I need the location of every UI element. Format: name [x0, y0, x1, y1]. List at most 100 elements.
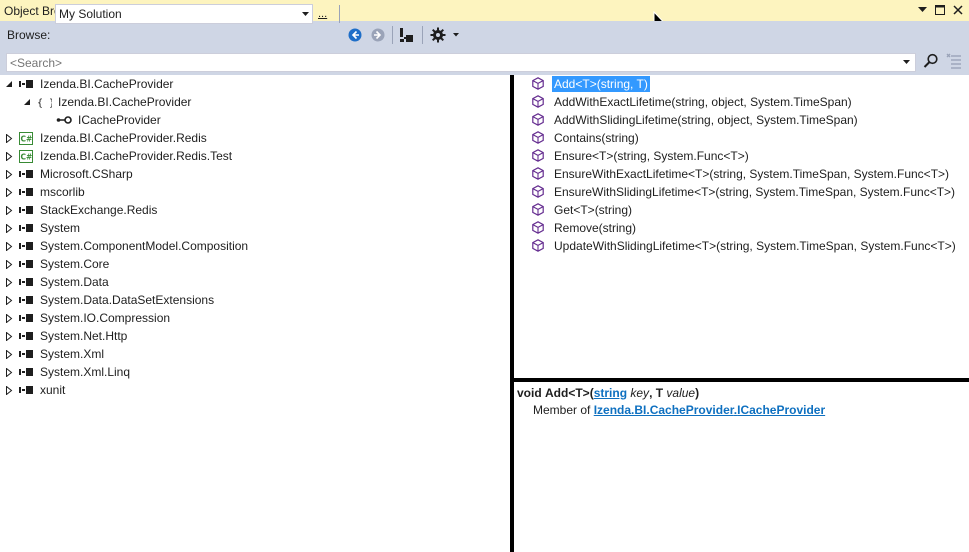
tree-item-label: mscorlib	[40, 185, 85, 199]
tree-item[interactable]: C# Izenda.BI.CacheProvider.Redis	[0, 129, 510, 147]
member-item[interactable]: AddWithExactLifetime(string, object, Sys…	[514, 93, 969, 111]
tree-item[interactable]: System.Core	[0, 255, 510, 273]
member-item[interactable]: Get<T>(string)	[514, 201, 969, 219]
collapsed-triangle-icon[interactable]	[4, 259, 14, 269]
method-icon	[532, 221, 546, 235]
assembly-icon	[18, 167, 34, 181]
search-button[interactable]	[923, 53, 939, 69]
member-item[interactable]: EnsureWithExactLifetime<T>(string, Syste…	[514, 165, 969, 183]
method-icon	[532, 167, 546, 181]
member-item[interactable]: UpdateWithSlidingLifetime<T>(string, Sys…	[514, 237, 969, 255]
tree-item[interactable]: ICacheProvider	[0, 111, 510, 129]
collapsed-triangle-icon[interactable]	[4, 385, 14, 395]
tree-item[interactable]: System.Data.DataSetExtensions	[0, 291, 510, 309]
search-input[interactable]	[6, 53, 916, 72]
param-type-link[interactable]: string	[594, 386, 627, 400]
tree-item[interactable]: StackExchange.Redis	[0, 201, 510, 219]
collapsed-triangle-icon[interactable]	[4, 241, 14, 251]
collapsed-triangle-icon[interactable]	[4, 187, 14, 197]
member-item[interactable]: Contains(string)	[514, 129, 969, 147]
tree-item[interactable]: System.ComponentModel.Composition	[0, 237, 510, 255]
settings-dropdown-icon[interactable]	[453, 33, 459, 37]
member-item-label: EnsureWithSlidingLifetime<T>(string, Sys…	[554, 185, 956, 199]
param-name: key	[630, 386, 650, 400]
collapsed-triangle-icon[interactable]	[4, 205, 14, 215]
collapsed-triangle-icon[interactable]	[4, 169, 14, 179]
member-item[interactable]: EnsureWithSlidingLifetime<T>(string, Sys…	[514, 183, 969, 201]
member-item-label: Get<T>(string)	[554, 203, 633, 217]
tree-item[interactable]: System.Xml.Linq	[0, 363, 510, 381]
collapsed-triangle-icon[interactable]	[4, 367, 14, 377]
param-type: T	[655, 386, 664, 400]
collapsed-triangle-icon[interactable]	[4, 151, 14, 161]
type-link[interactable]: ICacheProvider	[737, 403, 825, 417]
expanded-triangle-icon[interactable]	[4, 79, 14, 89]
clear-search-button[interactable]	[946, 53, 962, 69]
collapsed-triangle-icon[interactable]	[4, 349, 14, 359]
csharp-project-icon: C#	[18, 131, 34, 145]
tree-item[interactable]: System.Xml	[0, 345, 510, 363]
method-icon	[532, 95, 546, 109]
tree-item[interactable]: C# Izenda.BI.CacheProvider.Redis.Test	[0, 147, 510, 165]
tree-item-label: System.Core	[40, 257, 110, 271]
add-reference-button[interactable]	[399, 27, 415, 43]
description-pane: void Add<T>(string key, T value) Member …	[514, 382, 969, 552]
member-item[interactable]: AddWithSlidingLifetime(string, object, S…	[514, 111, 969, 129]
member-item-label: Ensure<T>(string, System.Func<T>)	[554, 149, 749, 163]
tree-item[interactable]: Microsoft.CSharp	[0, 165, 510, 183]
member-item[interactable]: Add<T>(string, T)	[514, 75, 969, 93]
tree-item-label: Izenda.BI.CacheProvider.Redis.Test	[40, 149, 233, 163]
member-item-label: UpdateWithSlidingLifetime<T>(string, Sys…	[554, 239, 956, 253]
tree-item[interactable]: { } Izenda.BI.CacheProvider	[0, 93, 510, 111]
return-type: void	[517, 386, 542, 400]
namespace-link[interactable]: Izenda.BI.CacheProvider	[594, 403, 734, 417]
object-tree[interactable]: Izenda.BI.CacheProvider { } Izenda.BI.Cach…	[0, 75, 510, 552]
member-item[interactable]: Remove(string)	[514, 219, 969, 237]
tree-item[interactable]: System.Net.Http	[0, 327, 510, 345]
forward-button[interactable]	[370, 27, 386, 43]
assembly-icon	[18, 77, 34, 91]
browse-scope-value: My Solution	[59, 7, 122, 21]
tree-item-label: Izenda.BI.CacheProvider	[40, 77, 174, 91]
chevron-down-icon	[302, 12, 309, 16]
settings-button[interactable]	[430, 27, 446, 43]
collapsed-triangle-icon[interactable]	[4, 313, 14, 323]
edit-custom-set-button[interactable]: ...	[318, 8, 327, 20]
gear-icon	[430, 27, 446, 43]
assembly-icon	[18, 185, 34, 199]
tree-item[interactable]: Izenda.BI.CacheProvider	[0, 75, 510, 93]
method-icon	[532, 203, 546, 217]
tree-item-label: Izenda.BI.CacheProvider	[58, 95, 192, 109]
tree-item[interactable]: mscorlib	[0, 183, 510, 201]
collapsed-triangle-icon[interactable]	[4, 223, 14, 233]
method-name: Add<T>(	[545, 386, 594, 400]
tree-item[interactable]: System	[0, 219, 510, 237]
assembly-icon	[18, 203, 34, 217]
svg-text:C#: C#	[21, 152, 33, 161]
dropdown-arrow-icon[interactable]	[915, 2, 929, 18]
browse-scope-dropdown[interactable]: My Solution	[55, 4, 313, 24]
back-button[interactable]	[347, 27, 363, 43]
collapsed-triangle-icon[interactable]	[4, 295, 14, 305]
maximize-icon[interactable]	[933, 2, 947, 18]
tree-item[interactable]: System.Data	[0, 273, 510, 291]
member-item-label: AddWithExactLifetime(string, object, Sys…	[554, 95, 852, 109]
member-item[interactable]: Ensure<T>(string, System.Func<T>)	[514, 147, 969, 165]
add-reference-icon	[400, 28, 413, 42]
collapsed-triangle-icon[interactable]	[4, 133, 14, 143]
close-icon[interactable]	[951, 2, 965, 18]
assembly-icon	[18, 257, 34, 271]
member-of-label: Member of	[533, 403, 591, 417]
collapsed-triangle-icon[interactable]	[4, 277, 14, 287]
tree-item[interactable]: xunit	[0, 381, 510, 399]
toolbar-separator	[339, 5, 340, 23]
members-list[interactable]: Add<T>(string, T) AddWithExactLifetime(st…	[514, 75, 969, 378]
tree-item-label: System.Xml	[40, 347, 105, 361]
namespace-icon: { }	[36, 95, 52, 109]
collapsed-triangle-icon[interactable]	[4, 331, 14, 341]
toolbar: Browse:	[0, 21, 969, 49]
expanded-triangle-icon[interactable]	[22, 97, 32, 107]
assembly-icon	[18, 347, 34, 361]
search-history-dropdown-icon[interactable]	[903, 60, 910, 65]
tree-item[interactable]: System.IO.Compression	[0, 309, 510, 327]
